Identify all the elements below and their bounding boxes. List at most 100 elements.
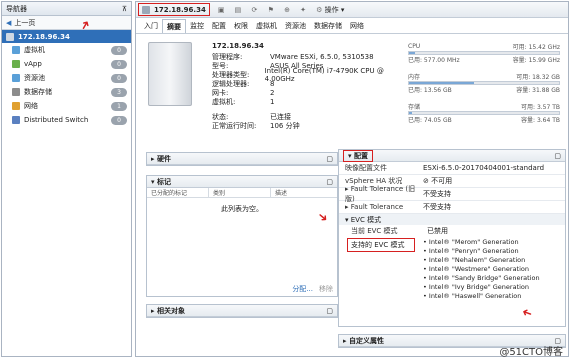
tab-8[interactable]: 网络 (346, 19, 368, 33)
back-arrow-icon: ◀ (6, 18, 12, 27)
storage-meter: 存储 可用: 3.57 TB 已用: 74.05 GB 容量: 3.64 TB (408, 102, 560, 124)
nav-item-label: 资源池 (24, 74, 45, 82)
config-panel: ▾ 配置 ▢ 映像配置文件 ESXi-6.5.0-20170404001-stan… (338, 149, 566, 327)
back-label: 上一页 (14, 18, 36, 27)
cpu-top-row: CPU 可用: 15.42 GHz (408, 42, 560, 51)
config-row[interactable]: ▸ Fault Tolerance (旧版) 不受支持 (339, 185, 565, 203)
evc-mode-item: • Intel® "Penryn" Generation (423, 247, 519, 255)
nav-item-icon (12, 46, 20, 54)
evc-title-row[interactable]: ▾ EVC 模式 (339, 214, 565, 225)
toolbar-host-box: 172.18.96.34 (138, 3, 210, 16)
tags-header[interactable]: ▾ 标记 ▢ (147, 176, 337, 188)
tab-6[interactable]: 资源池 (281, 19, 310, 33)
sto-capacity: 容量: 3.64 TB (521, 117, 560, 124)
actions-menu[interactable]: ⚙ 操作 ▾ (316, 5, 344, 15)
evc-mode-item: • Intel® "Sandy Bridge" Generation (423, 274, 540, 282)
nav-item[interactable]: 虚拟机 0 (2, 43, 131, 57)
nav-item[interactable]: 数据存储 3 (2, 85, 131, 99)
summary-value: Intel(R) Core(TM) i7-4790K CPU @ 4.00GHz (264, 66, 384, 83)
hardware-header[interactable]: ▸ 硬件 ▢ (147, 153, 337, 165)
config-row[interactable]: ▸ Fault Tolerance 不受支持 (339, 201, 565, 214)
mem-capacity: 容量: 31.88 GB (516, 87, 560, 94)
remove-link[interactable]: 移除 (319, 284, 333, 294)
sto-label: 存储 (408, 104, 421, 111)
summary-host: 172.18.96.34 (212, 42, 264, 50)
nav-item[interactable]: 资源池 0 (2, 71, 131, 85)
hardware-panel: ▸ 硬件 ▢ (146, 152, 338, 166)
tab-4[interactable]: 权限 (230, 19, 252, 33)
host-icon (142, 5, 150, 14)
navigator-title: 导航器 (6, 4, 27, 13)
nav-item-icon (12, 60, 20, 68)
sto-free: 可用: 3.57 TB (521, 104, 560, 111)
evc-title: ▾ EVC 模式 (345, 215, 382, 224)
mem-bar-fill (409, 82, 474, 84)
mem-top-row: 内存 可用: 18.32 GB (408, 72, 560, 81)
nav-item[interactable]: 网络 1 (2, 99, 131, 113)
summary-row: 正常运行时间: 106 分钟 (212, 121, 402, 130)
mem-used: 已用: 13.56 GB (408, 87, 452, 94)
config-header[interactable]: ▾ 配置 ▢ (339, 149, 565, 162)
tab-bar: 入门 摘要 监控 配置 权限 虚拟机 资源池 数据存储 网络 (136, 18, 568, 34)
tab-3[interactable]: 配置 (208, 19, 230, 33)
evc-mode-list: • Intel® "Merom" Generation • Intel® "Pen… (423, 238, 540, 301)
assign-link[interactable]: 分配... (292, 284, 313, 294)
nav-item[interactable]: vApp 0 (2, 57, 131, 71)
config-key: 映像配置文件 (345, 164, 387, 172)
evc-mode-item: • Intel® "Merom" Generation (423, 238, 519, 246)
evc-supported-key: 支持的 EVC 模式 (347, 238, 415, 252)
sto-used: 已用: 74.05 GB (408, 117, 452, 124)
window-icon[interactable]: ▢ (326, 178, 333, 186)
actions-label: 操作 (324, 5, 339, 14)
related-panel: ▸ 相关对象 ▢ (146, 304, 338, 318)
count-badge: 3 (111, 87, 127, 97)
mem-label: 内存 (408, 74, 421, 81)
window-icon[interactable]: ▢ (554, 152, 561, 160)
nav-item-icon (12, 116, 20, 124)
summary-value: 106 分钟 (270, 121, 300, 130)
count-badge: 0 (111, 115, 127, 125)
tab-1[interactable]: 摘要 (162, 18, 186, 33)
tab-0[interactable]: 入门 (140, 19, 162, 33)
object-toolbar: 172.18.96.34 ▣ ▤ ⟳ ⚑ ⊕ ✦ ⚙ 操作 ▾ (136, 2, 568, 18)
nav-items-list: 虚拟机 0 vApp 0 资源池 0 数据存储 3 网络 1 Distributed Switch 0 (2, 43, 131, 127)
related-header[interactable]: ▸ 相关对象 ▢ (147, 305, 337, 317)
config-title-box: ▾ 配置 (343, 149, 373, 162)
nav-item[interactable]: Distributed Switch 0 (2, 113, 131, 127)
toolbar-action-icons: ▣ ▤ ⟳ ⚑ ⊕ ✦ (217, 5, 311, 14)
summary-key: 正常运行时间: (212, 121, 257, 130)
gear-icon: ⚙ (316, 5, 323, 14)
mem-bottom-row: 已用: 13.56 GB 容量: 31.88 GB (408, 85, 560, 94)
pin-icon[interactable]: ⊼ (122, 5, 127, 13)
tab-2[interactable]: 监控 (186, 19, 208, 33)
window-icon[interactable]: ▢ (326, 155, 333, 163)
main-panel: 172.18.96.34 ▣ ▤ ⟳ ⚑ ⊕ ✦ ⚙ 操作 ▾ 入门 摘要 监控 配置… (135, 1, 569, 357)
cpu-bar-fill (409, 52, 415, 54)
watermark: @51CTO博客 (499, 347, 563, 358)
summary-value: 1 (270, 97, 275, 106)
nav-host-item[interactable]: 172.18.96.34 (2, 30, 131, 43)
tags-col-2[interactable]: 描述 (271, 188, 287, 197)
back-button[interactable]: ◀ 上一页 (2, 16, 131, 30)
navigator-header: 导航器 ⊼ (2, 2, 131, 16)
cpu-bottom-row: 已用: 577.00 MHz 容量: 15.99 GHz (408, 55, 560, 64)
summary-value: 2 (270, 88, 275, 97)
evc-mode-item: • Intel® "Westmere" Generation (423, 265, 530, 273)
tab-5[interactable]: 虚拟机 (252, 19, 281, 33)
config-rows: 映像配置文件 ESXi-6.5.0-20170404001-standard vSp… (339, 162, 565, 214)
hardware-title: 硬件 (156, 154, 171, 163)
config-key: ▸ Fault Tolerance (旧版) (345, 185, 416, 203)
window-icon[interactable]: ▢ (326, 307, 333, 315)
custom-attrs-title: 自定义属性 (348, 336, 384, 345)
evc-mode-item: • Intel® "Ivy Bridge" Generation (423, 283, 530, 291)
evc-current-row: 当前 EVC 模式 已禁用 (339, 225, 565, 236)
tags-col-1[interactable]: 类别 (209, 188, 271, 197)
config-key: ▸ Fault Tolerance (345, 203, 404, 211)
nav-item-label: Distributed Switch (24, 116, 89, 124)
tab-7[interactable]: 数据存储 (310, 19, 346, 33)
nav-host-label: 172.18.96.34 (18, 32, 70, 41)
sto-bottom-row: 已用: 74.05 GB 容量: 3.64 TB (408, 115, 560, 124)
tags-col-0[interactable]: 已分配的标记 (147, 188, 209, 197)
summary-row: 虚拟机: 1 (212, 97, 402, 106)
summary-rows2: 状态: 已连接 正常运行时间: 106 分钟 (212, 112, 402, 130)
